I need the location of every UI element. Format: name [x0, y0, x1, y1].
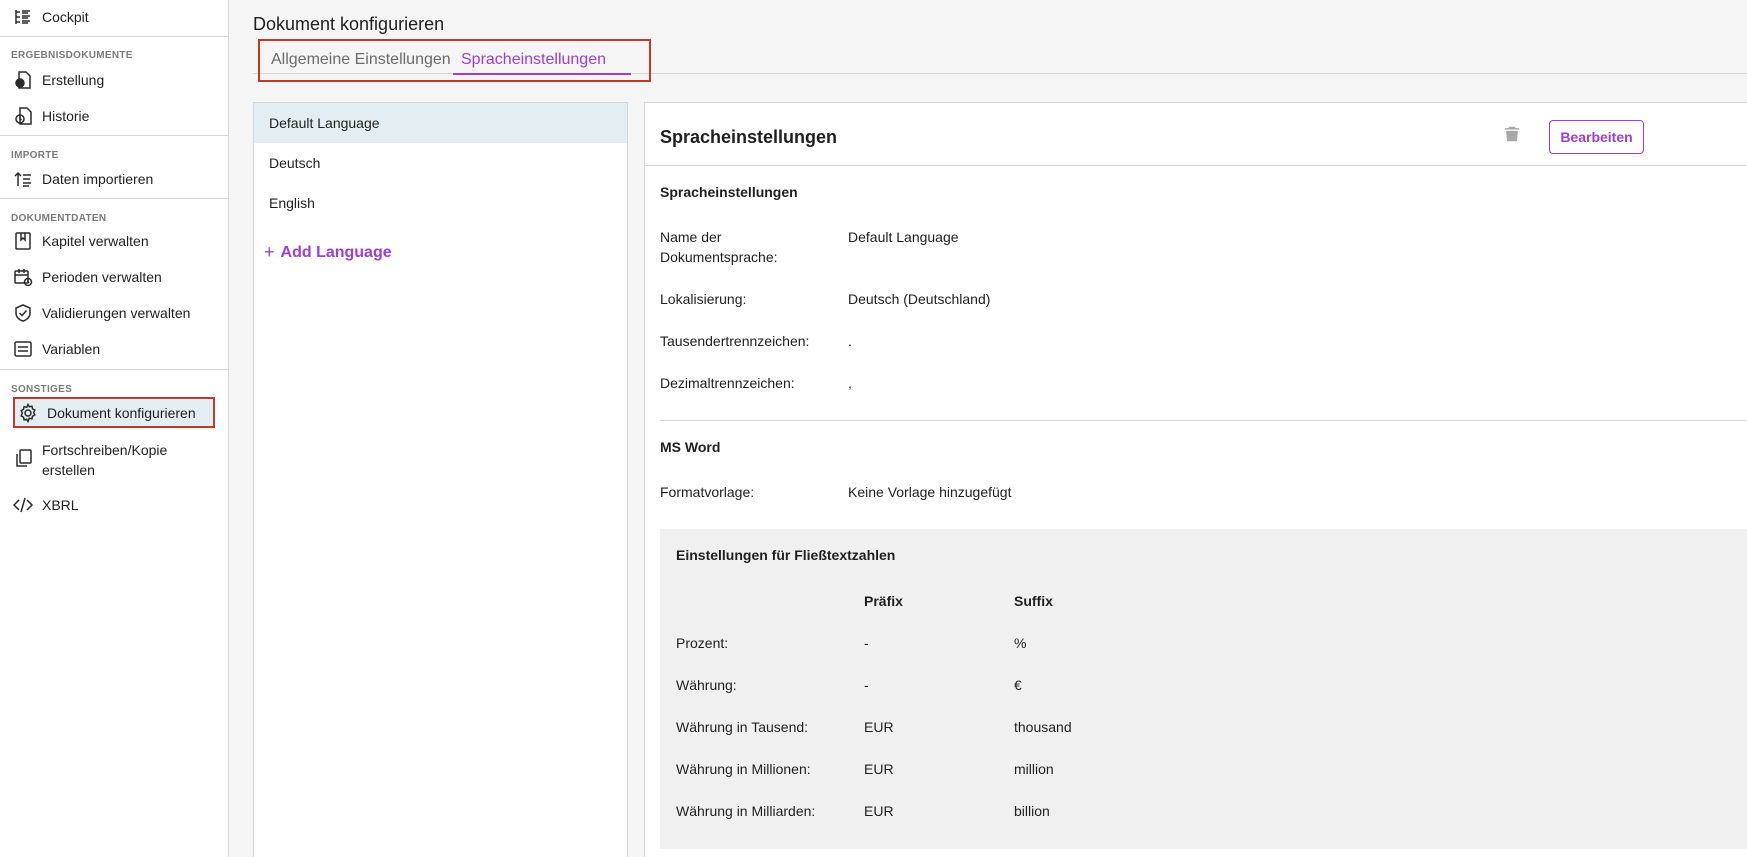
- field-label-name: Name der Dokumentsprache:: [660, 227, 778, 267]
- sidebar-item-label: Validierungen verwalten: [42, 305, 191, 321]
- sidebar-item-label-line2: erstellen: [42, 462, 95, 478]
- sidebar-divider: [0, 135, 228, 136]
- sidebar-item-historie[interactable]: Historie: [12, 105, 89, 127]
- field-label-thousands: Tausendertrennzeichen:: [660, 333, 810, 349]
- section-label-dokumentdaten: DOKUMENTDATEN: [11, 213, 107, 224]
- sidebar-divider: [0, 198, 228, 199]
- sidebar: Cockpit ERGEBNISDOKUMENTE Erstellung His…: [0, 0, 229, 857]
- language-item-english[interactable]: English: [254, 183, 627, 223]
- sidebar-item-label: Variablen: [42, 341, 101, 357]
- row-suffix: billion: [1014, 803, 1050, 819]
- field-value-locale: Deutsch (Deutschland): [848, 291, 991, 307]
- sidebar-item-erstellung[interactable]: Erstellung: [12, 69, 104, 91]
- sidebar-item-label: Daten importieren: [42, 171, 154, 187]
- sidebar-item-label-line1: Fortschreiben/Kopie: [42, 442, 168, 458]
- variable-list-icon: [12, 338, 34, 360]
- sidebar-item-validierungen[interactable]: Validierungen verwalten: [12, 302, 190, 324]
- field-value-name: Default Language: [848, 229, 959, 245]
- sidebar-divider: [0, 36, 228, 37]
- tabs-bar: Allgemeine Einstellungen Spracheinstellu…: [258, 39, 651, 82]
- row-label: Prozent:: [676, 635, 729, 651]
- detail-header-divider: [645, 165, 1747, 166]
- sidebar-divider: [0, 369, 228, 370]
- tab-allgemeine-einstellungen[interactable]: Allgemeine Einstellungen: [271, 51, 451, 69]
- sidebar-item-label: Erstellung: [42, 72, 105, 88]
- field-value-decimal: ,: [848, 375, 852, 391]
- column-header-prefix: Präfix: [864, 593, 903, 609]
- gear-icon: [17, 402, 39, 424]
- sidebar-item-cockpit[interactable]: Cockpit: [12, 6, 89, 28]
- code-icon: [12, 494, 34, 516]
- active-tab-indicator: [453, 73, 631, 75]
- row-suffix: million: [1014, 761, 1054, 777]
- shield-check-icon: [12, 302, 34, 324]
- sidebar-item-kapitel[interactable]: Kapitel verwalten: [12, 230, 149, 252]
- sidebar-item-xbrl[interactable]: XBRL: [12, 494, 79, 516]
- section-label-ergebnis: ERGEBNISDOKUMENTE: [11, 50, 133, 61]
- section-label-sonstiges: SONSTIGES: [11, 384, 73, 395]
- sidebar-item-label: Fortschreiben/Kopie erstellen: [42, 440, 167, 480]
- import-icon: [12, 168, 34, 190]
- row-prefix: -: [864, 635, 869, 651]
- row-suffix: thousand: [1014, 719, 1072, 735]
- column-header-suffix: Suffix: [1014, 593, 1053, 609]
- edit-button[interactable]: Bearbeiten: [1549, 120, 1644, 154]
- row-suffix: €: [1014, 677, 1022, 693]
- sidebar-item-label: Historie: [42, 108, 90, 124]
- sidebar-item-variablen[interactable]: Variablen: [12, 338, 100, 360]
- cockpit-icon: [12, 6, 34, 28]
- row-label: Währung:: [676, 677, 737, 693]
- section-heading-ms-word: MS Word: [660, 439, 721, 455]
- detail-title: Spracheinstellungen: [660, 127, 838, 147]
- row-prefix: EUR: [864, 719, 894, 735]
- document-gear-icon: [12, 69, 34, 91]
- language-item-deutsch[interactable]: Deutsch: [254, 143, 627, 183]
- row-prefix: -: [864, 677, 869, 693]
- sidebar-item-dokument-konfigurieren[interactable]: Dokument konfigurieren: [13, 397, 215, 428]
- sidebar-item-daten-importieren[interactable]: Daten importieren: [12, 168, 153, 190]
- number-settings-heading: Einstellungen für Fließtextzahlen: [676, 547, 896, 563]
- page-title: Dokument konfigurieren: [253, 14, 445, 34]
- field-label-locale: Lokalisierung:: [660, 291, 747, 307]
- language-list-panel: Default Language Deutsch English + Add L…: [253, 102, 628, 857]
- sidebar-item-label: Kapitel verwalten: [42, 233, 149, 249]
- delete-button[interactable]: [1503, 125, 1523, 145]
- plus-icon: +: [264, 242, 275, 262]
- sidebar-item-label: Dokument konfigurieren: [47, 404, 196, 421]
- row-prefix: EUR: [864, 803, 894, 819]
- field-label-name-line2: Dokumentsprache:: [660, 249, 778, 265]
- section-divider: [660, 420, 1747, 421]
- section-heading-language: Spracheinstellungen: [660, 184, 798, 200]
- field-label-name-line1: Name der: [660, 229, 722, 245]
- trash-icon: [1503, 126, 1521, 147]
- bookmark-book-icon: [12, 230, 34, 252]
- field-value-template: Keine Vorlage hinzugefügt: [848, 484, 1012, 500]
- field-value-thousands: .: [848, 333, 852, 349]
- sidebar-item-label: Perioden verwalten: [42, 269, 162, 285]
- language-item-default[interactable]: Default Language: [254, 103, 627, 143]
- sidebar-item-fortschreiben[interactable]: Fortschreiben/Kopie erstellen: [12, 440, 167, 480]
- number-settings-box: Einstellungen für Fließtextzahlen Präfix…: [660, 529, 1747, 849]
- row-suffix: %: [1014, 635, 1027, 651]
- row-label: Währung in Tausend:: [676, 719, 809, 735]
- tab-spracheinstellungen[interactable]: Spracheinstellungen: [461, 51, 606, 69]
- sidebar-item-label: XBRL: [42, 497, 79, 513]
- history-icon: [12, 105, 34, 127]
- add-language-button[interactable]: + Add Language: [264, 242, 392, 263]
- language-detail-panel: Spracheinstellungen Bearbeiten Sprachein…: [644, 102, 1747, 857]
- add-language-label: Add Language: [280, 243, 392, 261]
- main-content: Dokument konfigurieren Allgemeine Einste…: [229, 0, 1747, 857]
- sidebar-item-label: Cockpit: [42, 9, 89, 25]
- row-prefix: EUR: [864, 761, 894, 777]
- calendar-clock-icon: [12, 266, 34, 288]
- section-label-importe: IMPORTE: [11, 150, 59, 161]
- row-label: Währung in Milliarden:: [676, 803, 816, 819]
- copy-icon: [12, 447, 34, 469]
- sidebar-item-perioden[interactable]: Perioden verwalten: [12, 266, 162, 288]
- row-label: Währung in Millionen:: [676, 761, 811, 777]
- field-label-decimal: Dezimaltrennzeichen:: [660, 375, 795, 391]
- field-label-template: Formatvorlage:: [660, 484, 755, 500]
